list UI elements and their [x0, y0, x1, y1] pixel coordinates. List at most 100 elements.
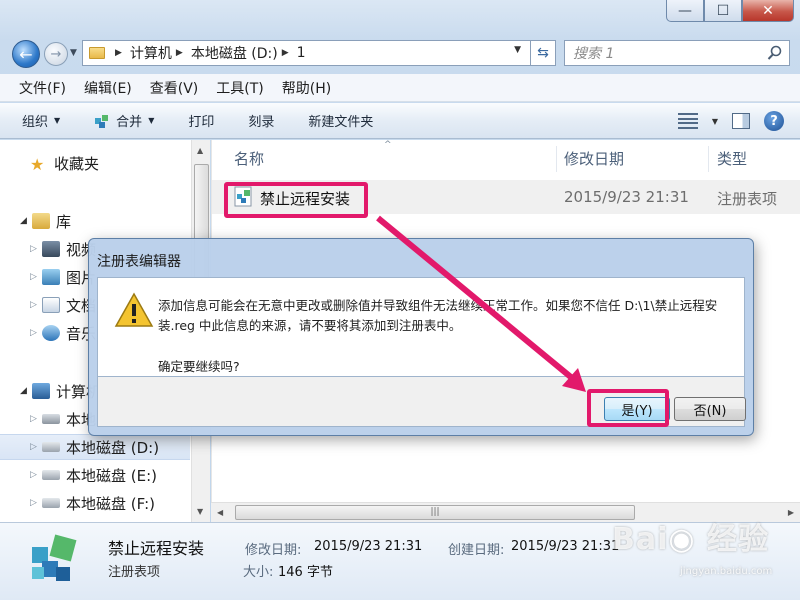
refresh-button[interactable]: ⇆ [530, 40, 556, 66]
highlight-box [224, 182, 368, 218]
collapsed-triangle-icon[interactable]: ▷ [30, 498, 42, 508]
scroll-up-icon[interactable]: ▲ [197, 146, 203, 155]
details-modified-value: 2015/9/23 21:31 [314, 539, 423, 554]
collapsed-triangle-icon[interactable]: ▷ [30, 272, 42, 282]
minimize-button[interactable]: — [666, 0, 704, 22]
details-modified-label: 修改日期: [245, 543, 302, 558]
file-type: 注册表项 [717, 190, 778, 208]
help-icon[interactable]: ? [764, 111, 784, 131]
scroll-down-icon[interactable]: ▼ [197, 507, 203, 516]
forward-button[interactable]: → [44, 42, 68, 66]
column-header-name[interactable]: 名称 [234, 148, 264, 169]
watermark-url: jingyan.baidu.com [680, 566, 773, 577]
nav-item-favorites[interactable]: ★ 收藏夹 [0, 150, 99, 176]
breadcrumb-separator-icon[interactable]: ▶ [282, 48, 289, 58]
collapsed-triangle-icon[interactable]: ▷ [30, 300, 42, 310]
burn-button[interactable]: 刻录 [248, 111, 274, 130]
no-button[interactable]: 否(N) [674, 397, 746, 421]
burn-label: 刻录 [248, 115, 275, 130]
registry-icon [95, 114, 109, 128]
scrollbar-thumb[interactable]: ||| [235, 505, 635, 520]
column-header-type[interactable]: 类型 [717, 148, 747, 169]
drive-icon [42, 498, 60, 508]
organize-button[interactable]: 组织 ▼ [22, 111, 60, 130]
dialog-question: 确定要继续吗? [158, 359, 240, 374]
nav-item-drive-c[interactable]: ▷ 本地 [0, 406, 96, 432]
column-divider[interactable] [556, 146, 557, 172]
nav-item-label: 库 [56, 212, 72, 231]
menu-tools[interactable]: 工具(T) [207, 78, 272, 98]
breadcrumb-drive-d[interactable]: 本地磁盘 (D:) [191, 43, 278, 63]
details-created-label: 创建日期: [448, 543, 505, 558]
collapsed-triangle-icon[interactable]: ▷ [30, 414, 42, 424]
collapsed-triangle-icon[interactable]: ▷ [30, 442, 42, 452]
nav-item-drive-d[interactable]: ▷ 本地磁盘 (D:) [0, 434, 190, 460]
folder-icon [89, 47, 105, 59]
details-file-type: 注册表项 [108, 565, 161, 580]
merge-label: 合并 [116, 115, 143, 130]
nav-item-computer[interactable]: ◢ 计算机 [0, 378, 101, 404]
dropdown-arrow-icon: ▼ [148, 116, 155, 125]
new-folder-label: 新建文件夹 [308, 115, 374, 130]
nav-item-drive-f[interactable]: ▷ 本地磁盘 (F:) [0, 490, 155, 516]
collapsed-triangle-icon[interactable]: ▷ [30, 328, 42, 338]
menu-edit[interactable]: 编辑(E) [75, 78, 141, 98]
collapsed-triangle-icon[interactable]: ▷ [30, 470, 42, 480]
collapsed-triangle-icon[interactable]: ▷ [30, 244, 42, 254]
merge-button[interactable]: 合并 ▼ [94, 111, 154, 130]
print-label: 打印 [188, 115, 215, 130]
expanded-triangle-icon[interactable]: ◢ [20, 386, 32, 396]
breadcrumb-folder-1[interactable]: 1 [297, 45, 306, 61]
menu-help[interactable]: 帮助(H) [273, 78, 340, 98]
dialog-message: 添加信息可能会在无意中更改或删除值并导致组件无法继续正常工作。如果您不信任 D:… [158, 298, 718, 333]
address-bar[interactable]: ▶ 计算机 ▶ 本地磁盘 (D:) ▶ 1 ▼ [82, 40, 556, 66]
search-input[interactable]: 搜索 1 [564, 40, 790, 66]
nav-item-music[interactable]: ▷ 音乐 [0, 320, 96, 346]
nav-item-videos[interactable]: ▷ 视频 [0, 236, 96, 262]
breadcrumb-computer[interactable]: 计算机 [130, 43, 172, 63]
search-icon[interactable] [767, 45, 783, 61]
nav-item-drive-e[interactable]: ▷ 本地磁盘 (E:) [0, 462, 157, 488]
baidu-watermark-logo: Bai◉ 经验 [612, 522, 770, 557]
back-arrow-icon: ← [19, 44, 33, 64]
nav-item-documents[interactable]: ▷ 文档 [0, 292, 96, 318]
maximize-button[interactable]: ☐ [704, 0, 742, 22]
details-size-value: 146 字节 [278, 565, 333, 580]
drive-icon [42, 442, 60, 452]
print-button[interactable]: 打印 [188, 111, 214, 130]
recent-pages-dropdown[interactable]: ▼ [70, 48, 77, 58]
breadcrumb-separator-icon[interactable]: ▶ [176, 48, 183, 58]
navigation-bar: ← → ▼ ▶ 计算机 ▶ 本地磁盘 (D:) ▶ 1 ▼ ⇆ 搜索 1 [0, 34, 800, 74]
view-options-icon[interactable] [677, 113, 698, 129]
nav-item-pictures[interactable]: ▷ 图片 [0, 264, 96, 290]
address-dropdown-icon[interactable]: ▼ [514, 45, 521, 55]
expanded-triangle-icon[interactable]: ◢ [20, 216, 32, 226]
menu-view[interactable]: 查看(V) [141, 78, 208, 98]
new-folder-button[interactable]: 新建文件夹 [308, 111, 373, 130]
back-button[interactable]: ← [12, 40, 40, 68]
music-library-icon [42, 325, 60, 341]
document-library-icon [42, 297, 60, 313]
view-dropdown-icon[interactable]: ▼ [712, 117, 718, 126]
breadcrumb-separator-icon[interactable]: ▶ [115, 48, 122, 58]
close-button[interactable]: ✕ [742, 0, 794, 22]
nav-item-library[interactable]: ◢ 库 [0, 208, 71, 234]
column-header-modified[interactable]: 修改日期 [564, 148, 624, 169]
menu-file[interactable]: 文件(F) [10, 78, 75, 98]
registry-file-large-icon [32, 534, 77, 581]
preview-pane-icon[interactable] [732, 113, 750, 129]
nav-item-label: 本地磁盘 (F:) [66, 494, 155, 513]
refresh-icon: ⇆ [537, 45, 549, 61]
nav-item-label: 本地磁盘 (E:) [66, 466, 158, 485]
caption-buttons: — ☐ ✕ [666, 0, 794, 22]
video-library-icon [42, 241, 60, 257]
explorer-window: — ☐ ✕ ← → ▼ ▶ 计算机 ▶ 本地磁盘 (D:) ▶ 1 ▼ ⇆ 搜索… [0, 0, 800, 600]
nav-item-label: 收藏夹 [54, 154, 100, 173]
column-divider[interactable] [708, 146, 709, 172]
minimize-icon: — [678, 2, 692, 19]
details-size-label: 大小: [243, 565, 274, 580]
dialog-content: 添加信息可能会在无意中更改或删除值并导致组件无法继续正常工作。如果您不信任 D:… [97, 277, 745, 377]
scroll-right-icon[interactable]: ▶ [788, 508, 794, 517]
scroll-left-icon[interactable]: ◀ [217, 508, 223, 517]
organize-label: 组织 [22, 115, 49, 130]
